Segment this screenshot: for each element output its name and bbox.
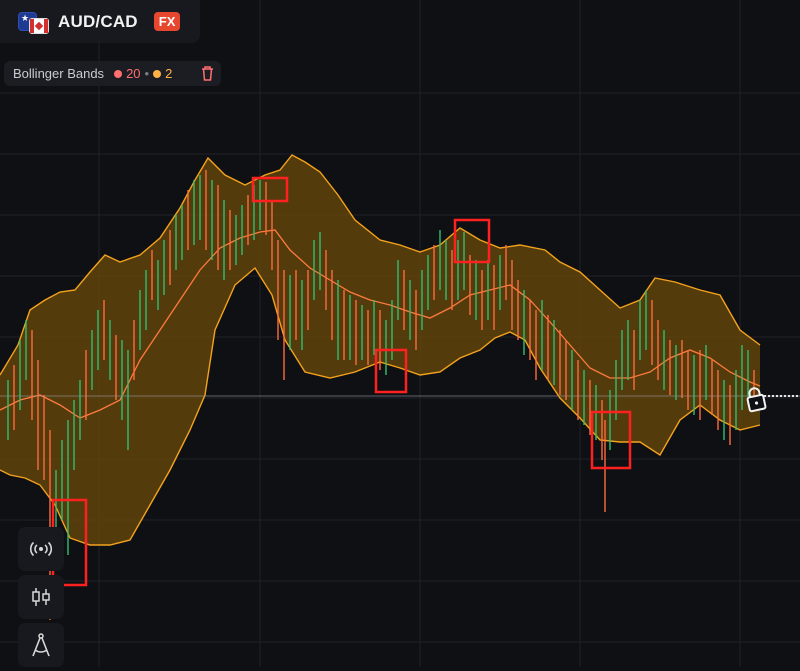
period-color-dot	[114, 69, 123, 78]
asset-header[interactable]: AUD/CAD FX	[0, 0, 200, 43]
chart-type-button[interactable]	[18, 575, 64, 619]
drawing-tools-button[interactable]	[18, 623, 64, 667]
indicator-stddev: 2	[165, 66, 173, 81]
candles-icon	[32, 588, 50, 606]
left-toolbar	[18, 527, 66, 671]
indicator-period: 20	[126, 66, 141, 81]
signals-button[interactable]	[18, 527, 64, 571]
currency-flags-icon	[18, 10, 49, 34]
trash-icon[interactable]	[200, 65, 215, 82]
price-chart[interactable]	[0, 0, 800, 667]
signal-icon	[29, 541, 53, 557]
indicator-name: Bollinger Bands	[13, 66, 105, 81]
indicator-chip[interactable]: Bollinger Bands 20 • 2	[4, 61, 221, 86]
separator-dot: •	[144, 66, 150, 81]
asset-pair-label: AUD/CAD	[58, 11, 138, 31]
stddev-color-dot	[153, 69, 162, 78]
market-badge: FX	[153, 12, 181, 31]
compass-icon	[32, 633, 50, 657]
canada-flag-icon	[29, 17, 49, 34]
